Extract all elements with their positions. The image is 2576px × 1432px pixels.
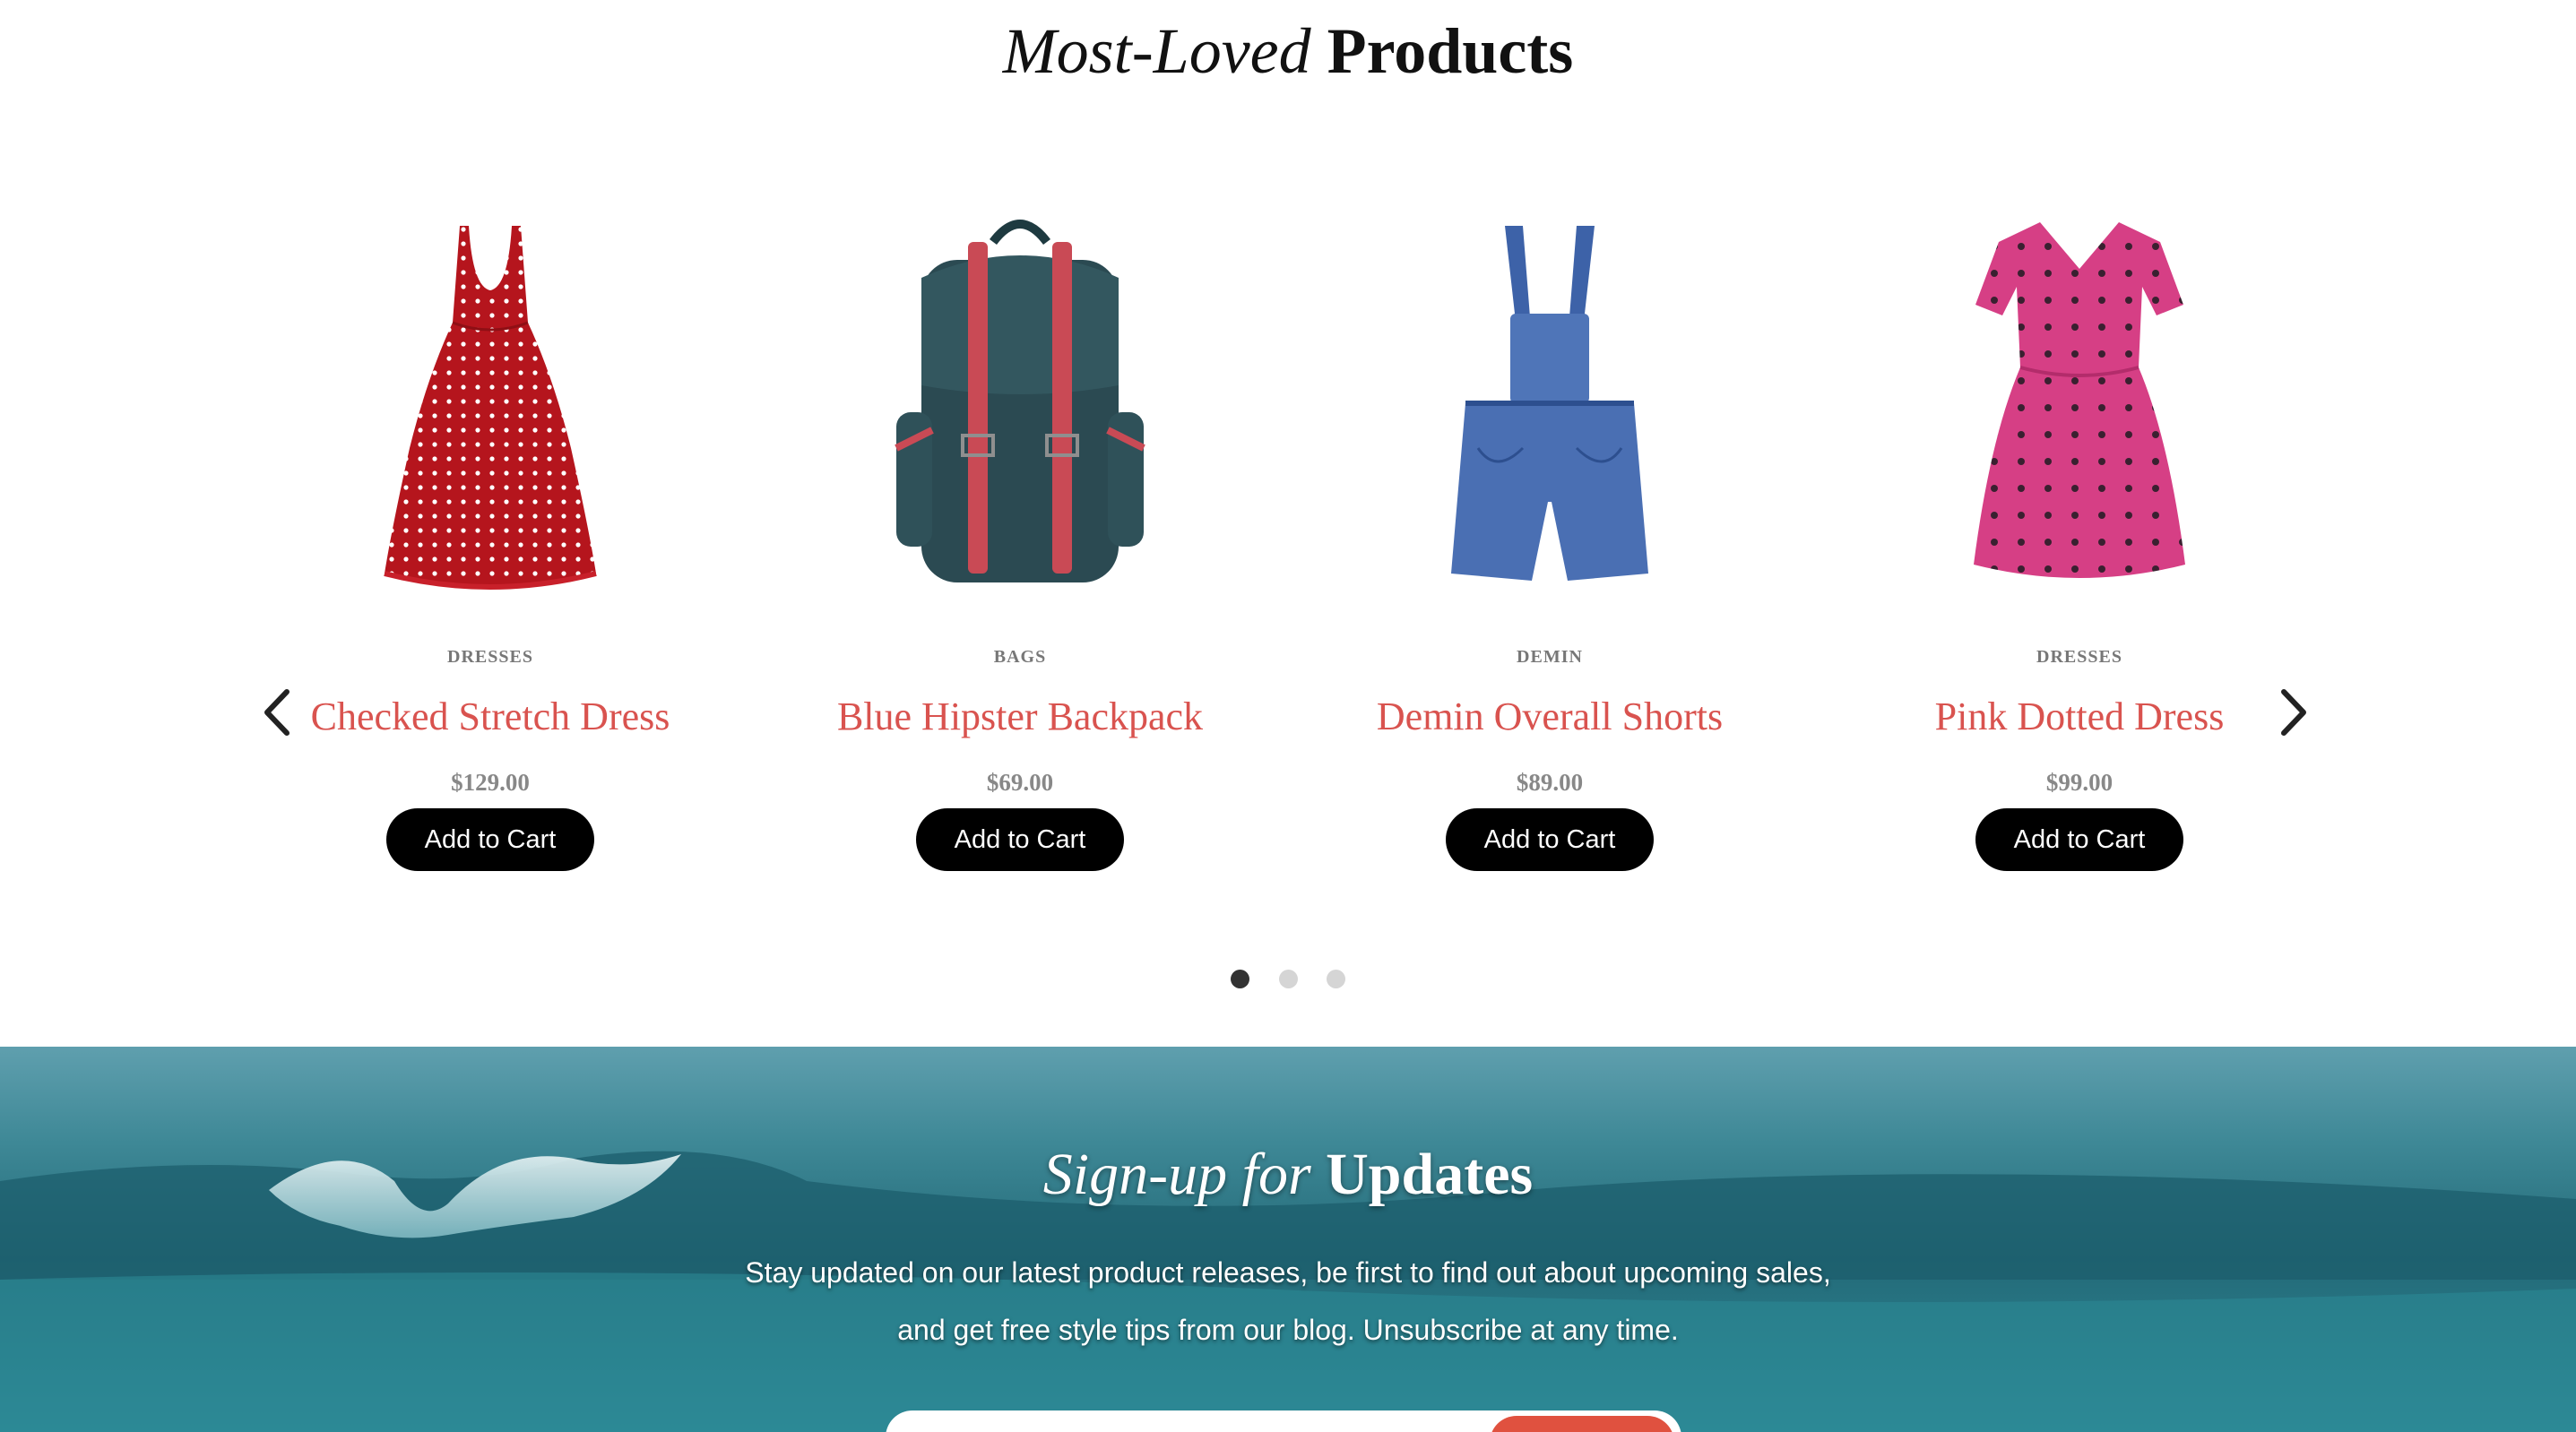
- add-to-cart-button[interactable]: Add to Cart: [916, 808, 1124, 871]
- add-to-cart-button[interactable]: Add to Cart: [1975, 808, 2183, 871]
- product-category: DEMIN: [1517, 647, 1583, 667]
- subscribe-button[interactable]: [1490, 1416, 1674, 1432]
- product-name-link[interactable]: Demin Overall Shorts: [1299, 692, 1801, 742]
- product-price: $89.00: [1516, 769, 1584, 796]
- signup-section: Sign-up for Updates Stay updated on our …: [0, 1047, 2576, 1432]
- product-card: DRESSES Checked Stretch Dress $129.00 Ad…: [239, 179, 741, 871]
- product-image-denim-overall-shorts[interactable]: [1344, 179, 1756, 609]
- signup-description-line2: and get free style tips from our blog. U…: [897, 1314, 1679, 1346]
- products-title-italic: Most-Loved: [1002, 15, 1311, 87]
- add-to-cart-button[interactable]: Add to Cart: [1446, 808, 1654, 871]
- carousel-pagination: [0, 970, 2576, 991]
- products-section-title: Most-Loved Products: [0, 14, 2576, 89]
- carousel-next-button[interactable]: [2266, 681, 2320, 744]
- product-card: BAGS Blue Hipster Backpack $69.00 Add to…: [769, 179, 1271, 871]
- ocean-wave-background: [0, 1047, 2576, 1432]
- product-name-link[interactable]: Checked Stretch Dress: [239, 692, 741, 742]
- signup-title-bold: Updates: [1326, 1142, 1534, 1207]
- products-title-bold: Products: [1327, 15, 1574, 87]
- product-category: DRESSES: [2036, 647, 2122, 667]
- carousel-dot-3[interactable]: [1326, 970, 1345, 988]
- add-to-cart-button[interactable]: Add to Cart: [386, 808, 594, 871]
- carousel-dot-1[interactable]: [1231, 970, 1250, 988]
- signup-title-italic: Sign-up for: [1042, 1142, 1311, 1207]
- signup-title: Sign-up for Updates: [0, 1141, 2576, 1209]
- product-card: DRESSES Pink Dotted Dress $99.00 Add to …: [1828, 179, 2330, 871]
- product-card: DEMIN Demin Overall Shorts $89.00 Add to…: [1299, 179, 1801, 871]
- product-category: DRESSES: [447, 647, 533, 667]
- signup-description-line1: Stay updated on our latest product relea…: [745, 1256, 1831, 1289]
- carousel-dot-2[interactable]: [1278, 970, 1298, 988]
- product-category: BAGS: [993, 647, 1047, 667]
- product-image-pink-dotted-dress[interactable]: [1873, 179, 2286, 609]
- product-name-link[interactable]: Blue Hipster Backpack: [769, 692, 1271, 742]
- product-price: $99.00: [2045, 769, 2114, 796]
- chevron-right-icon: [2281, 689, 2306, 736]
- product-image-teal-backpack[interactable]: [814, 179, 1226, 609]
- product-price: $129.00: [451, 769, 530, 796]
- product-price: $69.00: [986, 769, 1054, 796]
- product-carousel: DRESSES Checked Stretch Dress $129.00 Ad…: [0, 179, 2576, 986]
- product-image-red-polka-dress[interactable]: [284, 179, 696, 609]
- product-name-link[interactable]: Pink Dotted Dress: [1828, 692, 2330, 742]
